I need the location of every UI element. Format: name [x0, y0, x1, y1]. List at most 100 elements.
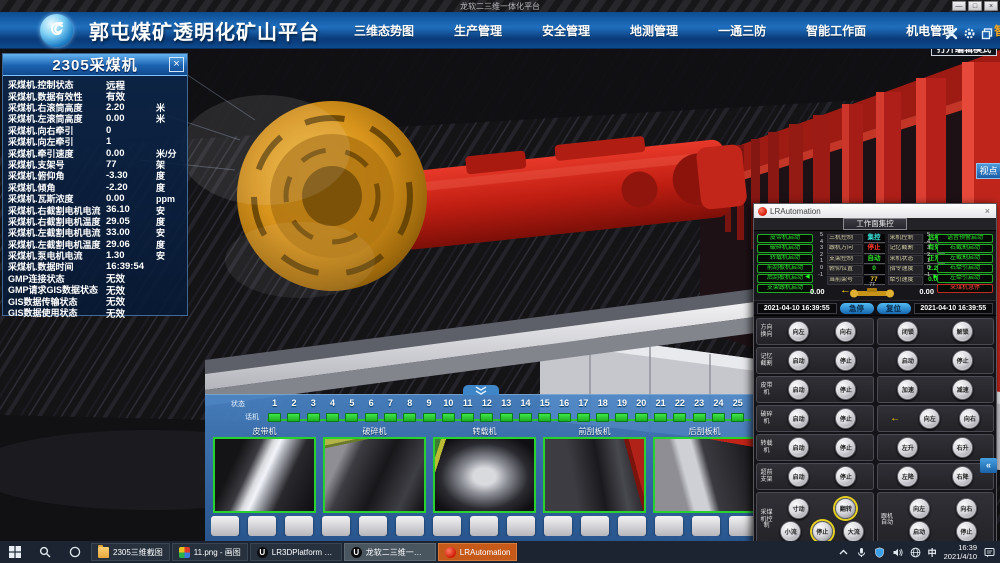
- round-control-button[interactable]: 启动: [788, 350, 809, 371]
- support-number[interactable]: 6: [361, 398, 380, 422]
- camera-feed[interactable]: [543, 437, 646, 513]
- camera-feed[interactable]: [213, 437, 316, 513]
- support-number[interactable]: 25: [728, 398, 747, 422]
- support-number[interactable]: 22: [670, 398, 689, 422]
- close-icon[interactable]: ×: [983, 206, 992, 216]
- round-control-button[interactable]: 启动: [788, 379, 809, 400]
- close-icon[interactable]: ×: [169, 57, 184, 72]
- support-number[interactable]: 5: [342, 398, 361, 422]
- round-control-button[interactable]: 停止: [835, 350, 856, 371]
- nav-menu-item[interactable]: 安全管理: [522, 22, 610, 39]
- round-control-button[interactable]: 停止: [956, 521, 977, 542]
- round-control-button[interactable]: 向左: [919, 408, 940, 429]
- window-control-button[interactable]: —: [952, 1, 966, 11]
- nav-menu-item[interactable]: 一通三防: [698, 22, 786, 39]
- start-button[interactable]: [0, 541, 30, 563]
- green-start-button[interactable]: 左牵引启动: [937, 274, 993, 283]
- round-control-button[interactable]: 减速: [952, 379, 973, 400]
- support-number[interactable]: 14: [516, 398, 535, 422]
- microphone-icon[interactable]: [856, 547, 867, 558]
- speaker-icon[interactable]: [892, 547, 903, 558]
- round-control-button[interactable]: 启动: [897, 350, 918, 371]
- estop-pill-button[interactable]: 急停: [840, 303, 874, 314]
- round-control-button[interactable]: 翻转: [835, 498, 856, 519]
- support-number[interactable]: 15: [535, 398, 554, 422]
- round-control-button[interactable]: 启动: [788, 466, 809, 487]
- tray-chevron-up-icon[interactable]: [838, 547, 849, 558]
- support-number[interactable]: 8: [400, 398, 419, 422]
- round-control-button[interactable]: 向右: [835, 321, 856, 342]
- support-number[interactable]: 24: [709, 398, 728, 422]
- support-number[interactable]: 21: [651, 398, 670, 422]
- green-start-button[interactable]: 转载机启动: [757, 254, 813, 263]
- green-start-button[interactable]: 支架跟机启动: [757, 284, 813, 293]
- camera-feed[interactable]: [323, 437, 426, 513]
- support-number[interactable]: 3: [304, 398, 323, 422]
- shearer-panel-header[interactable]: 2305采煤机 ×: [3, 54, 187, 76]
- support-number[interactable]: 11: [458, 398, 477, 422]
- green-start-button[interactable]: 破碎机启动: [757, 244, 813, 253]
- support-number[interactable]: 7: [381, 398, 400, 422]
- round-control-button[interactable]: 停止: [835, 379, 856, 400]
- support-number[interactable]: 16: [554, 398, 573, 422]
- round-control-button[interactable]: 向右: [956, 498, 977, 519]
- support-number[interactable]: 17: [574, 398, 593, 422]
- chevron-down-icon[interactable]: [463, 385, 499, 395]
- round-control-button[interactable]: 大流: [843, 521, 864, 542]
- collapse-panel-button[interactable]: «: [980, 458, 997, 473]
- round-control-button[interactable]: 向左: [909, 498, 930, 519]
- round-control-button[interactable]: 右升: [952, 437, 973, 458]
- green-start-button[interactable]: 皮带机启动: [757, 234, 813, 243]
- green-start-button[interactable]: 左截割启动: [937, 254, 993, 263]
- window-control-button[interactable]: ×: [984, 1, 998, 11]
- camera-feed[interactable]: [653, 437, 755, 513]
- support-number[interactable]: 19: [612, 398, 631, 422]
- round-control-button[interactable]: 加速: [897, 379, 918, 400]
- support-number[interactable]: 4: [323, 398, 342, 422]
- round-control-button[interactable]: 小流: [780, 521, 801, 542]
- reset-pill-button[interactable]: 复位: [877, 303, 911, 314]
- window-control-button[interactable]: □: [968, 1, 982, 11]
- notification-icon[interactable]: [984, 547, 995, 558]
- ime-indicator[interactable]: 中: [928, 546, 937, 559]
- nav-menu-item[interactable]: 地测管理: [610, 22, 698, 39]
- green-start-button[interactable]: 右牵引启动: [937, 264, 993, 273]
- round-control-button[interactable]: 停止: [835, 408, 856, 429]
- support-number[interactable]: 12: [477, 398, 496, 422]
- round-control-button[interactable]: 向右: [959, 408, 980, 429]
- taskbar-app[interactable]: 2305三维截图: [91, 543, 170, 561]
- round-control-button[interactable]: 停止: [812, 521, 833, 542]
- nav-menu-item[interactable]: 智能工作面: [786, 22, 886, 39]
- support-number[interactable]: 9: [419, 398, 438, 422]
- nav-menu-item[interactable]: 生产管理: [434, 22, 522, 39]
- emergency-stop-button[interactable]: 采煤机急停: [937, 284, 993, 293]
- task-view-icon[interactable]: [60, 541, 90, 563]
- restore-icon[interactable]: [981, 27, 994, 40]
- taskbar-app[interactable]: 11.png - 画图: [172, 543, 248, 561]
- camera-feed[interactable]: [433, 437, 536, 513]
- round-control-button[interactable]: 停止: [952, 350, 973, 371]
- round-control-button[interactable]: 闭锁: [897, 321, 918, 342]
- green-start-button[interactable]: 右截割启动: [937, 244, 993, 253]
- round-control-button[interactable]: 右降: [952, 466, 973, 487]
- round-control-button[interactable]: 启动: [909, 521, 930, 542]
- taskbar-app[interactable]: LR3DPlatform - U...: [250, 543, 342, 561]
- support-number[interactable]: 23: [690, 398, 709, 422]
- support-number[interactable]: 13: [497, 398, 516, 422]
- support-number[interactable]: 10: [439, 398, 458, 422]
- support-number[interactable]: 1: [265, 398, 284, 422]
- window-titlebar[interactable]: 龙软二三维一体化平台 —□×: [0, 0, 1000, 12]
- round-control-button[interactable]: 寸动: [788, 498, 809, 519]
- round-control-button[interactable]: 解锁: [952, 321, 973, 342]
- lrautomation-titlebar[interactable]: LRAutomation ×: [754, 204, 996, 218]
- round-control-button[interactable]: 启动: [788, 437, 809, 458]
- tools-icon[interactable]: [945, 27, 958, 40]
- nav-menu-item[interactable]: 三维态势图: [334, 22, 434, 39]
- green-start-button[interactable]: 前刮板机启动: [757, 264, 813, 273]
- taskbar-app[interactable]: LRAutomation: [438, 543, 518, 561]
- round-control-button[interactable]: 启动: [788, 408, 809, 429]
- support-number[interactable]: 20: [632, 398, 651, 422]
- green-start-button[interactable]: 语音预警启动: [937, 234, 993, 243]
- viewpoint-tab[interactable]: 视点: [976, 163, 1000, 179]
- round-control-button[interactable]: 向左: [788, 321, 809, 342]
